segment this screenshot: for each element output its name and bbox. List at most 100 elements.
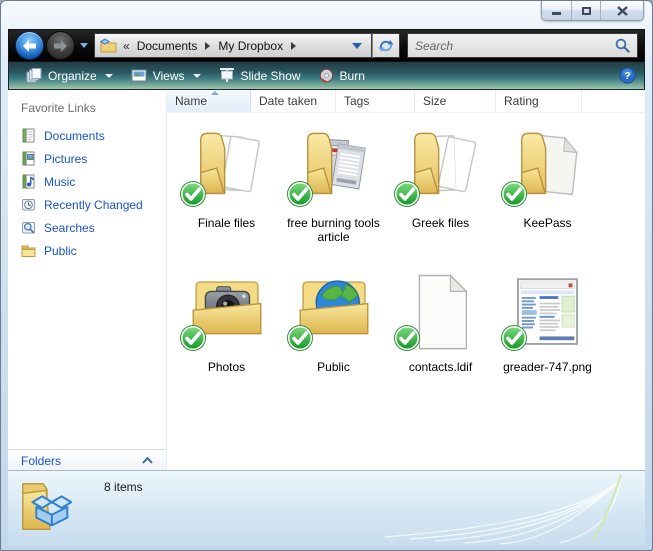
sidebar-item-public[interactable]: Public: [8, 239, 166, 262]
burn-label: Burn: [340, 69, 365, 83]
breadcrumb-separator-icon[interactable]: [205, 42, 210, 50]
forward-button[interactable]: [46, 31, 75, 60]
help-button[interactable]: ?: [619, 67, 636, 84]
dropbox-synced-icon: [179, 324, 207, 352]
decorative-swoosh: [315, 473, 645, 545]
sort-ascending-icon: [211, 91, 219, 95]
file-label: KeePass: [523, 216, 571, 230]
file-item-contacts-ldif[interactable]: contacts.ldif: [387, 267, 494, 411]
dropbox-synced-icon: [179, 180, 207, 208]
folders-expander[interactable]: Folders: [8, 449, 166, 471]
organize-icon: [26, 68, 42, 83]
file-icon-wrap: [503, 123, 593, 215]
sidebar-item-documents[interactable]: Documents: [8, 124, 166, 147]
views-button[interactable]: Views: [122, 65, 210, 87]
breadcrumb-overflow[interactable]: «: [123, 39, 130, 53]
chevron-up-icon: [142, 457, 153, 464]
refresh-button[interactable]: [372, 33, 400, 58]
breadcrumb-separator-icon[interactable]: [291, 42, 296, 50]
dropbox-synced-icon: [393, 324, 421, 352]
file-item-finale-files[interactable]: Finale files: [173, 123, 280, 267]
forward-arrow-icon: [53, 39, 68, 53]
recent-pages-dropdown[interactable]: [80, 43, 88, 48]
burn-icon: [319, 68, 334, 83]
views-icon: [131, 69, 147, 82]
maximize-button[interactable]: [572, 1, 601, 20]
navigation-pane: Favorite Links Documents Pictures: [8, 90, 167, 471]
file-label: greader-747.png: [503, 360, 592, 374]
column-header-filler: [582, 90, 645, 112]
file-icon-wrap: [503, 267, 593, 359]
favorite-links-title: Favorite Links: [8, 90, 166, 124]
sidebar-item-pictures[interactable]: Pictures: [8, 147, 166, 170]
breadcrumb-item-my-dropbox[interactable]: My Dropbox: [218, 39, 283, 53]
column-header-size[interactable]: Size: [415, 90, 496, 112]
close-icon: [617, 6, 628, 16]
command-toolbar: Organize Views Slide Show: [8, 62, 645, 90]
breadcrumb-item-documents[interactable]: Documents: [137, 39, 198, 53]
file-label: Finale files: [198, 216, 255, 230]
minimize-icon: [552, 12, 561, 15]
file-item-photos[interactable]: Photos: [173, 267, 280, 411]
help-icon: ?: [619, 67, 636, 84]
address-dropdown-icon[interactable]: [352, 43, 362, 49]
refresh-icon: [377, 38, 395, 54]
public-folder-icon: [21, 243, 36, 258]
file-icon-wrap: [396, 123, 486, 215]
navigation-bar: « Documents My Dropbox Search: [8, 29, 645, 62]
dropbox-synced-icon: [286, 324, 314, 352]
sidebar-item-label: Searches: [44, 221, 95, 235]
organize-button[interactable]: Organize: [17, 65, 122, 87]
back-button[interactable]: [15, 31, 44, 60]
search-input[interactable]: Search: [407, 33, 638, 58]
file-item-keepass[interactable]: KeePass: [494, 123, 601, 267]
sidebar-item-music[interactable]: Music: [8, 170, 166, 193]
dropbox-synced-icon: [500, 324, 528, 352]
column-header-name[interactable]: Name: [167, 90, 251, 112]
file-item-greek-files[interactable]: Greek files: [387, 123, 494, 267]
dropbox-synced-icon: [286, 180, 314, 208]
file-label: Photos: [208, 360, 245, 374]
address-bar[interactable]: « Documents My Dropbox: [94, 33, 372, 58]
files-grid: Finale files free burning tools article …: [167, 113, 645, 411]
file-item-public[interactable]: Public: [280, 267, 387, 411]
dropbox-folder-icon[interactable]: [16, 474, 78, 538]
column-header-rating[interactable]: Rating: [496, 90, 582, 112]
file-icon-wrap: [396, 267, 486, 359]
sidebar-item-label: Recently Changed: [44, 198, 143, 212]
organize-label: Organize: [48, 69, 97, 83]
file-item-greader-747-png[interactable]: greader-747.png: [494, 267, 601, 411]
folders-label: Folders: [21, 454, 61, 468]
sidebar-item-label: Documents: [44, 129, 105, 143]
file-label: free burning tools article: [281, 216, 386, 244]
folder-location-icon: [100, 38, 117, 53]
explorer-window: « Documents My Dropbox Search: [0, 0, 653, 551]
file-label: contacts.ldif: [409, 360, 472, 374]
pictures-icon: [21, 151, 36, 166]
search-icon[interactable]: [615, 38, 630, 53]
close-button[interactable]: [601, 1, 643, 20]
views-dropdown-icon: [193, 74, 201, 78]
minimize-button[interactable]: [542, 1, 572, 20]
items-count: 8 items: [104, 480, 143, 494]
burn-button[interactable]: Burn: [310, 65, 374, 87]
music-icon: [21, 174, 36, 189]
sidebar-item-searches[interactable]: Searches: [8, 216, 166, 239]
organize-dropdown-icon: [105, 74, 113, 78]
status-bar: 8 items: [8, 470, 645, 545]
title-bar[interactable]: [1, 1, 652, 29]
slide-show-button[interactable]: Slide Show: [210, 65, 310, 87]
window-body: Favorite Links Documents Pictures: [8, 90, 645, 471]
recently-changed-icon: [21, 197, 36, 212]
svg-text:?: ?: [624, 70, 630, 82]
documents-icon: [21, 128, 36, 143]
file-icon-wrap: [289, 267, 379, 359]
file-item-free-burning-tools-article[interactable]: free burning tools article: [280, 123, 387, 267]
search-placeholder: Search: [415, 39, 615, 53]
column-header-tags[interactable]: Tags: [336, 90, 415, 112]
file-label: Public: [317, 360, 350, 374]
sidebar-item-label: Pictures: [44, 152, 87, 166]
file-icon-wrap: [182, 267, 272, 359]
column-header-date-taken[interactable]: Date taken: [251, 90, 336, 112]
sidebar-item-recently-changed[interactable]: Recently Changed: [8, 193, 166, 216]
